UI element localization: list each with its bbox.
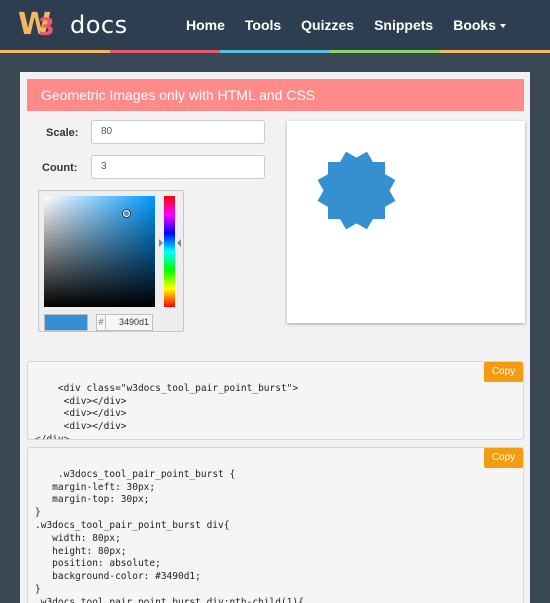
preview-area: [287, 121, 525, 323]
nav-books-label: Books: [453, 17, 496, 33]
css-code-block: .w3docs_tool_pair_point_burst { margin-l…: [27, 447, 524, 603]
nav-quizzes[interactable]: Quizzes: [301, 17, 354, 33]
copy-html-button[interactable]: Copy: [484, 362, 523, 382]
logo-text: docs: [70, 11, 128, 39]
point-burst-shape: [317, 151, 397, 231]
hue-arrow-right-icon: [177, 239, 181, 247]
nav-snippets[interactable]: Snippets: [374, 17, 433, 33]
saturation-area[interactable]: [44, 196, 155, 307]
main-nav: Home Tools Quizzes Snippets Books: [176, 0, 550, 50]
tool-title: Geometric Images only with HTML and CSS: [41, 87, 316, 103]
scale-input[interactable]: 80: [91, 120, 265, 144]
count-label: Count:: [42, 162, 78, 174]
tool-title-bar: Geometric Images only with HTML and CSS: [27, 79, 524, 111]
color-picker: # 3490d1: [38, 190, 184, 332]
nav-tools[interactable]: Tools: [245, 17, 281, 33]
chevron-down-icon: [500, 24, 506, 29]
hex-input[interactable]: 3490d1: [105, 314, 153, 331]
hue-slider[interactable]: [164, 196, 175, 307]
tool-panel: Geometric Images only with HTML and CSS …: [20, 72, 530, 603]
count-input[interactable]: 3: [91, 155, 265, 179]
nav-home[interactable]: Home: [186, 17, 225, 33]
scale-label: Scale:: [46, 127, 79, 139]
nav-books[interactable]: Books: [453, 17, 506, 33]
copy-css-button[interactable]: Copy: [484, 448, 523, 468]
logo[interactable]: W 3 docs: [18, 8, 128, 42]
top-navbar: W 3 docs Home Tools Quizzes Snippets Boo…: [0, 0, 550, 50]
html-code-block: <div class="w3docs_tool_pair_point_burst…: [27, 361, 524, 440]
hue-arrow-left-icon: [159, 239, 163, 247]
color-swatch: [44, 314, 88, 331]
css-code-text: .w3docs_tool_pair_point_burst { margin-l…: [35, 468, 304, 603]
saturation-handle[interactable]: [123, 210, 130, 217]
html-code-text: <div class="w3docs_tool_pair_point_burst…: [35, 382, 299, 440]
logo-three-digit: 3: [38, 13, 55, 41]
header-rainbow-stripe: [0, 50, 550, 53]
logo-mark: W 3: [18, 9, 55, 42]
